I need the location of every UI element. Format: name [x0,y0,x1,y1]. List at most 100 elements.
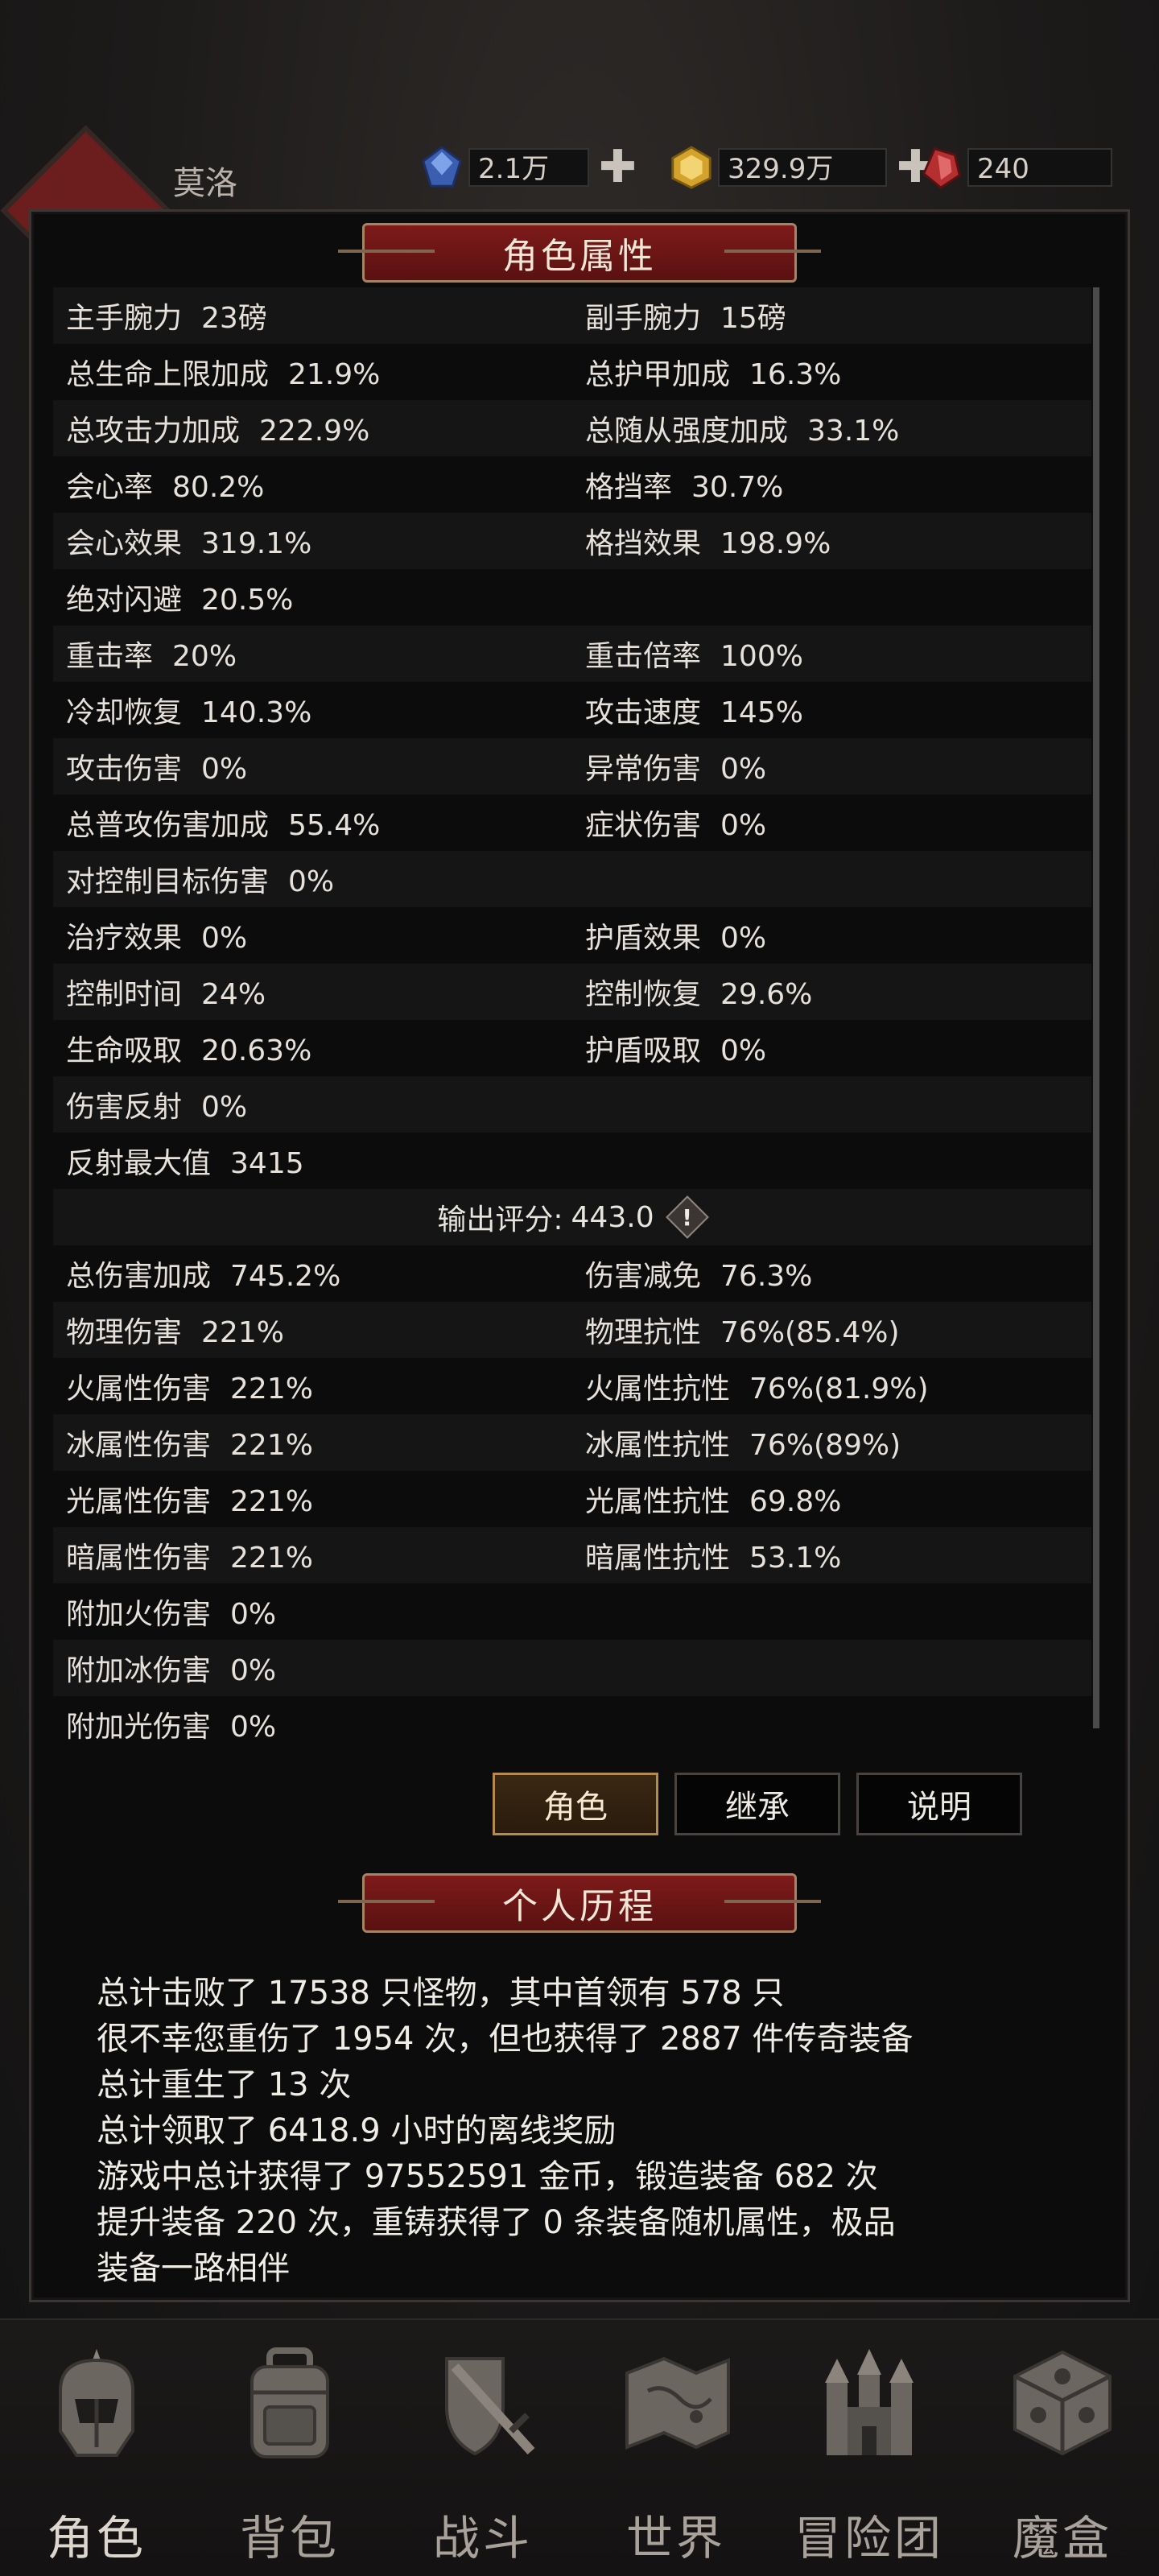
stat-value: 76%(85.4%) [720,1316,900,1349]
stat-cell-right: 攻击速度 145% [572,689,1091,731]
stat-value: 0% [720,1034,767,1067]
bottom-navigation: 角色 背包 战斗 世界 冒险团 魔盒 [0,2318,1159,2576]
stat-label: 伤害反射 [66,1091,183,1124]
stat-label: 附加火伤害 [66,1598,212,1631]
stat-value: 198.9% [720,527,831,560]
output-score-value: 443.0 [571,1200,654,1234]
output-score: 输出评分: 443.0! [437,1196,707,1238]
stat-row: 控制时间 24% 控制恢复 29.6% [53,964,1091,1020]
stat-value: 0% [201,1091,248,1124]
stat-cell-left: 对控制目标伤害 0% [53,858,572,900]
nav-item-backpack[interactable]: 背包 [193,2320,386,2576]
knight-helmet-icon [28,2334,165,2471]
stat-row: 主手腕力 23磅 副手腕力 15磅 [53,287,1091,344]
stat-label: 冷却恢复 [66,696,183,729]
inherit-tab-button[interactable]: 继承 [674,1773,840,1835]
stat-label: 对控制目标伤害 [66,865,270,898]
stat-cell-left: 总伤害加成 745.2% [53,1253,572,1294]
stat-value: 16.3% [749,358,842,391]
stat-cell-right: 火属性抗性 76%(81.9%) [572,1365,1091,1407]
stat-cell-right: 格挡率 30.7% [572,464,1091,506]
stat-value: 221% [230,1542,313,1575]
magic-box-icon [994,2334,1131,2471]
castle-icon [801,2334,938,2471]
red-gem-icon [922,147,961,189]
stats-panel-title: 角色属性 [362,223,797,283]
stat-value: 222.9% [259,415,370,448]
stats-scrollbar[interactable] [1093,287,1099,1728]
stat-cell-right: 异常伤害 0% [572,745,1091,787]
nav-item-magic-box[interactable]: 魔盒 [966,2320,1159,2576]
personal-history-text: 总计击败了 17538 只怪物，其中首领有 578 只 很不幸您重伤了 1954… [97,1971,1087,2292]
history-line: 游戏中总计获得了 97552591 金币，锻造装备 682 次 [97,2158,878,2195]
role-tab-button[interactable]: 角色 [493,1773,658,1835]
nav-label-backpack: 背包 [239,2511,340,2566]
stat-row: 治疗效果 0% 护盾效果 0% [53,907,1091,964]
nav-item-world[interactable]: 世界 [580,2320,773,2576]
stat-value: 29.6% [720,978,813,1011]
stat-value: 0% [230,1654,277,1687]
stat-row: 冰属性伤害 221% 冰属性抗性 76%(89%) [53,1414,1091,1471]
stat-value: 3415 [230,1147,304,1180]
stat-value: 0% [201,753,248,786]
stat-cell-left: 火属性伤害 221% [53,1365,572,1407]
stat-label: 会心效果 [66,527,183,560]
stat-label: 暗属性伤害 [66,1542,212,1575]
stat-value: 221% [201,1316,284,1349]
banner-ornament-left [338,250,435,253]
stat-value: 76%(89%) [749,1429,901,1462]
stat-cell-right: 光属性抗性 69.8% [572,1478,1091,1520]
currency-gold-gem: 329.9万 ✚ [668,145,934,190]
stat-value: 0% [720,922,767,955]
add-blue-gem-button[interactable]: ✚ [599,145,637,190]
stat-row: 光属性伤害 221% 光属性抗性 69.8% [53,1471,1091,1527]
explain-tab-button[interactable]: 说明 [856,1773,1022,1835]
stat-value: 221% [230,1429,313,1462]
stat-cell-right: 格挡效果 198.9% [572,520,1091,562]
stat-label: 物理抗性 [585,1316,702,1349]
panel-tab-buttons: 角色 继承 说明 [493,1773,1022,1835]
stat-label: 总护甲加成 [585,358,731,391]
stat-label: 冰属性抗性 [585,1429,731,1462]
stat-value: 0% [720,753,767,786]
stat-cell-left: 控制时间 24% [53,971,572,1013]
banner-ornament-right [724,250,821,253]
stat-cell-left: 附加冰伤害 0% [53,1647,572,1689]
stat-cell-left: 暗属性伤害 221% [53,1534,572,1576]
stat-row: 会心率 80.2% 格挡率 30.7% [53,456,1091,513]
score-info-icon[interactable]: ! [667,1197,707,1237]
stat-cell-right: 暗属性抗性 53.1% [572,1534,1091,1576]
nav-item-role[interactable]: 角色 [0,2320,193,2576]
history-line: 装备一路相伴 [97,2250,290,2287]
stat-row: 总伤害加成 745.2% 伤害减免 76.3% [53,1245,1091,1302]
stat-row: 总生命上限加成 21.9% 总护甲加成 16.3% [53,344,1091,400]
stat-value: 20% [172,640,237,673]
blue-gem-icon [422,146,462,188]
score-info-glyph: ! [682,1203,692,1231]
history-line: 总计重生了 13 次 [97,2066,352,2103]
history-line: 提升装备 220 次，重铸获得了 0 条装备随机属性，极品 [97,2204,896,2241]
nav-item-adventure-team[interactable]: 冒险团 [773,2320,966,2576]
stat-label: 伤害减免 [585,1260,702,1293]
stat-value: 76%(81.9%) [749,1373,929,1406]
stat-label: 护盾吸取 [585,1034,702,1067]
stat-cell-left: 生命吸取 20.63% [53,1027,572,1069]
stat-label: 附加光伤害 [66,1711,212,1744]
stat-value: 20.5% [201,584,294,617]
stat-cell-left: 会心效果 319.1% [53,520,572,562]
stats-list: 主手腕力 23磅 副手腕力 15磅 总生命上限加成 21.9% 总护甲加成 16.3% 总攻击力… [53,287,1091,1752]
output-score-label: 输出评分: [437,1203,563,1236]
player-name: 莫洛 [173,165,237,202]
nav-item-battle[interactable]: 战斗 [386,2320,580,2576]
nav-label-role: 角色 [46,2511,146,2566]
stat-value: 0% [230,1711,277,1744]
nav-label-adventure-team: 冒险团 [794,2511,944,2566]
stat-value: 80.2% [172,471,265,504]
stat-cell-right: 副手腕力 15磅 [572,295,1091,336]
stat-label: 会心率 [66,471,154,504]
stat-row: 对控制目标伤害 0% [53,851,1091,907]
stat-cell-right: 控制恢复 29.6% [572,971,1091,1013]
gold-gem-amount: 329.9万 [718,148,887,187]
history-line: 很不幸您重伤了 1954 次，但也获得了 2887 件传奇装备 [97,2021,914,2058]
stat-cell-left: 附加光伤害 0% [53,1703,572,1745]
